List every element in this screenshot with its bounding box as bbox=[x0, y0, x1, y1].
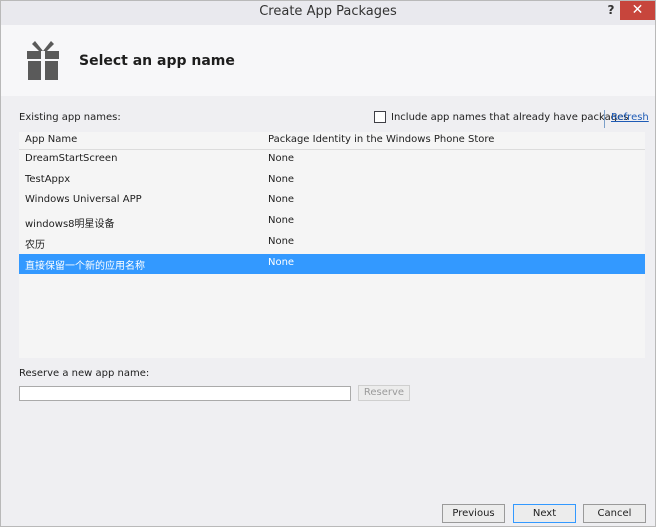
divider bbox=[604, 110, 605, 128]
next-button[interactable]: Next bbox=[513, 504, 576, 523]
include-packaged-label: Include app names that already have pack… bbox=[391, 111, 629, 123]
table-row[interactable]: windows8明星设备 None bbox=[19, 212, 645, 232]
reserve-button[interactable]: Reserve bbox=[358, 385, 410, 401]
package-identity-cell: None bbox=[268, 236, 295, 247]
existing-app-names-label: Existing app names: bbox=[19, 112, 121, 123]
close-button[interactable]: ✕ bbox=[620, 1, 655, 20]
package-identity-cell: None bbox=[268, 257, 295, 268]
app-name-cell: TestAppx bbox=[25, 174, 71, 185]
help-icon[interactable]: ? bbox=[604, 3, 618, 17]
package-identity-cell: None bbox=[268, 174, 295, 185]
include-packaged-checkbox[interactable] bbox=[374, 111, 386, 123]
window-title: Create App Packages bbox=[259, 4, 397, 19]
package-identity-cell: None bbox=[268, 215, 295, 226]
package-identity-cell: None bbox=[268, 194, 295, 205]
create-app-packages-dialog: Create App Packages ? ✕ Select an app na… bbox=[0, 0, 656, 527]
column-header-app-name[interactable]: App Name bbox=[25, 134, 77, 145]
table-header: App Name Package Identity in the Windows… bbox=[19, 132, 645, 150]
table-row[interactable]: DreamStartScreen None bbox=[19, 150, 645, 170]
column-header-package-identity[interactable]: Package Identity in the Windows Phone St… bbox=[268, 134, 494, 145]
app-name-cell: windows8明星设备 bbox=[25, 219, 115, 230]
refresh-link[interactable]: Refresh bbox=[611, 112, 649, 123]
app-name-cell: 农历 bbox=[25, 240, 45, 251]
table-row-selected[interactable]: 直接保留一个新的应用名称 None bbox=[19, 254, 645, 274]
table-row[interactable]: 农历 None bbox=[19, 233, 645, 253]
table-row[interactable]: TestAppx None bbox=[19, 171, 645, 191]
reserve-name-label: Reserve a new app name: bbox=[19, 368, 150, 379]
package-identity-cell: None bbox=[268, 153, 295, 164]
include-packaged-toggle[interactable]: Include app names that already have pack… bbox=[374, 111, 628, 123]
app-name-cell: DreamStartScreen bbox=[25, 153, 118, 164]
wizard-header: Select an app name bbox=[1, 25, 655, 96]
app-names-table: App Name Package Identity in the Windows… bbox=[19, 132, 645, 358]
gift-icon bbox=[27, 41, 59, 80]
title-bar: Create App Packages ? ✕ bbox=[1, 1, 655, 25]
reserve-name-input[interactable] bbox=[19, 386, 351, 401]
table-row[interactable]: Windows Universal APP None bbox=[19, 191, 645, 211]
page-title: Select an app name bbox=[79, 53, 235, 69]
app-name-cell: Windows Universal APP bbox=[25, 194, 142, 205]
cancel-button[interactable]: Cancel bbox=[583, 504, 646, 523]
previous-button[interactable]: Previous bbox=[442, 504, 505, 523]
app-name-cell: 直接保留一个新的应用名称 bbox=[25, 261, 145, 272]
